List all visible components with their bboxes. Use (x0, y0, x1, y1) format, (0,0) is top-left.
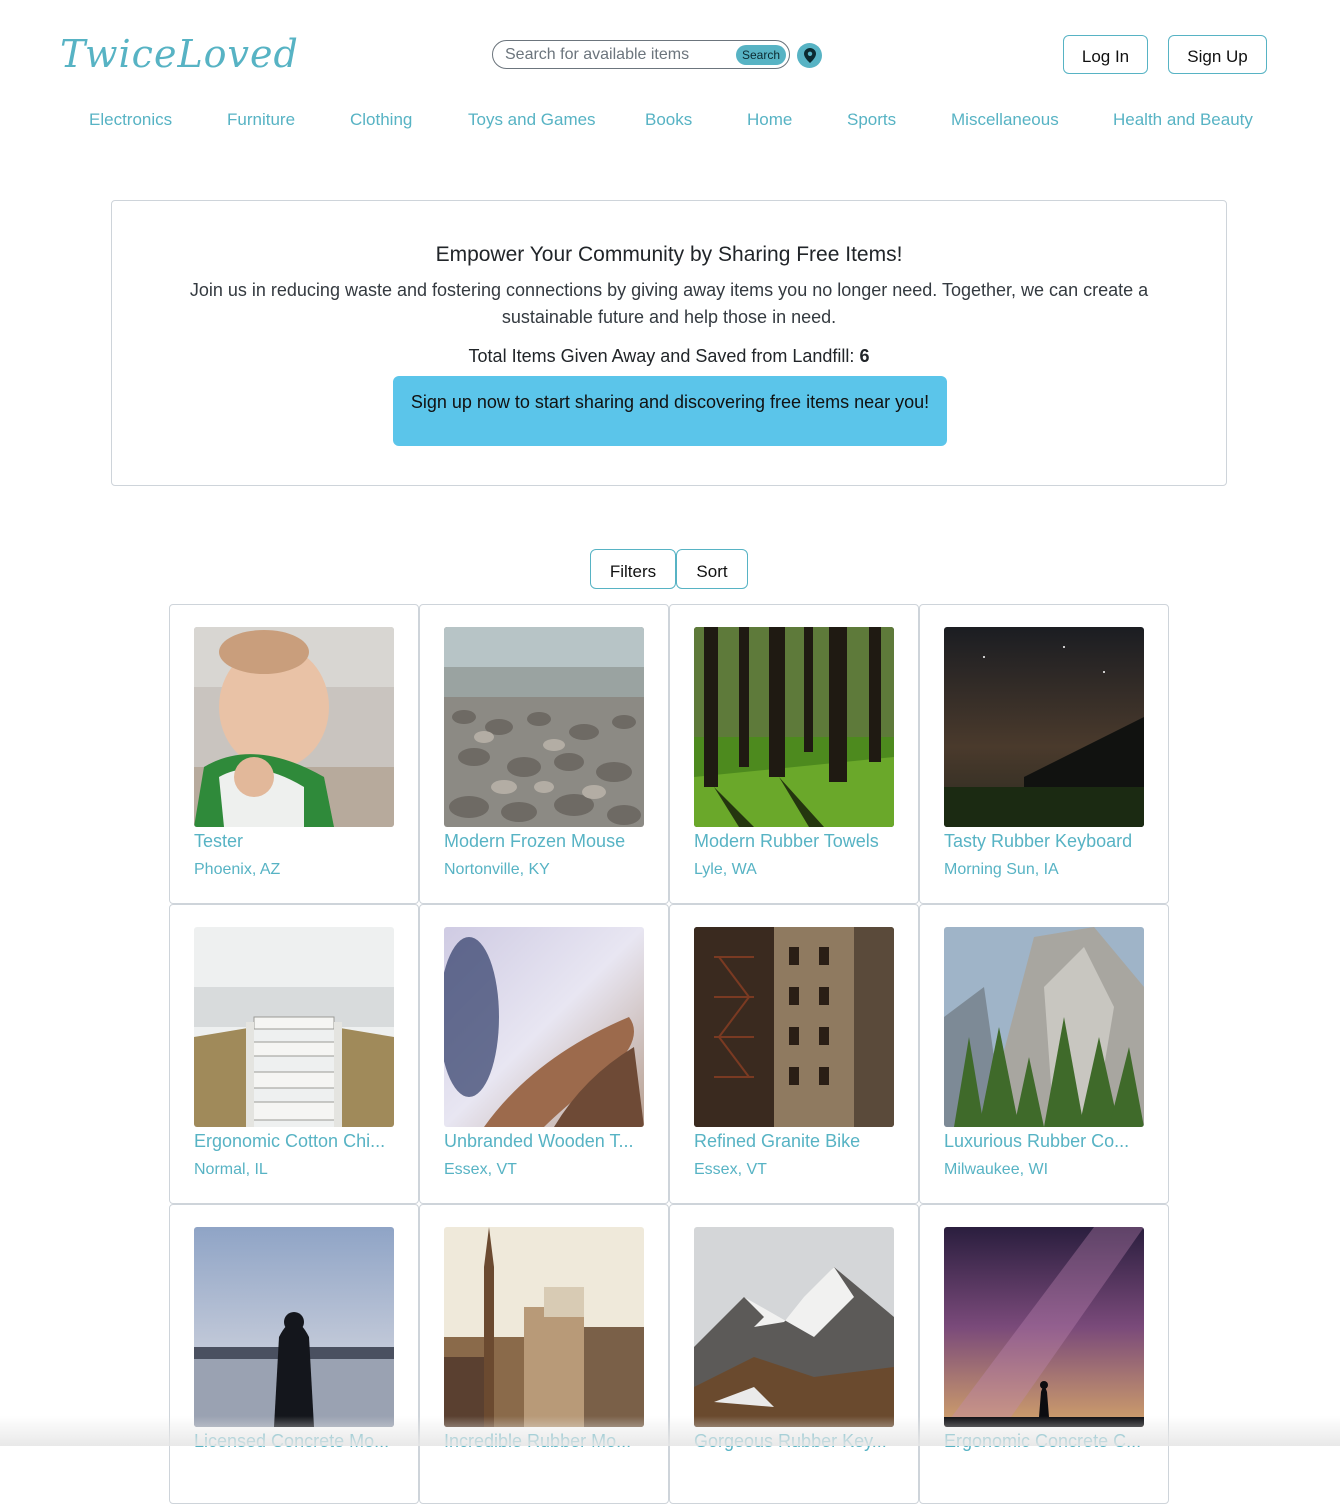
listing-title[interactable]: Refined Granite Bike (694, 1131, 899, 1152)
listing-location: Milwaukee, WI (944, 1161, 1049, 1178)
signup-button[interactable]: Sign Up (1168, 35, 1267, 74)
listing-photo[interactable] (944, 927, 1144, 1127)
category-nav: Electronics Furniture Clothing Toys and … (0, 110, 1340, 136)
listing-photo[interactable] (194, 1227, 394, 1427)
listing-location: Lyle, WA (694, 861, 757, 878)
listing-location: Morning Sun, IA (944, 861, 1059, 878)
listing-location: Normal, IL (194, 1161, 268, 1178)
listing-location: Phoenix, AZ (194, 861, 281, 878)
items-saved-label: Total Items Given Away and Saved from La… (468, 346, 855, 366)
sort-button[interactable]: Sort (676, 549, 748, 589)
map-pin-icon (803, 48, 816, 63)
listing-card[interactable]: Ergonomic Cotton Chi... Normal, IL (169, 904, 419, 1204)
listing-title[interactable]: Ergonomic Cotton Chi... (194, 1131, 399, 1152)
listing-card[interactable]: Modern Frozen Mouse Nortonville, KY (419, 604, 669, 904)
listing-card[interactable]: Licensed Concrete Mo... (169, 1204, 419, 1504)
listing-card[interactable]: Ergonomic Concrete C... (919, 1204, 1169, 1504)
listing-location: Nortonville, KY (444, 861, 550, 878)
listing-card[interactable]: Modern Rubber Towels Lyle, WA (669, 604, 919, 904)
hero-title: Empower Your Community by Sharing Free I… (435, 243, 903, 266)
nav-item-furniture[interactable]: Furniture (227, 110, 295, 130)
location-button[interactable] (797, 43, 822, 68)
scroll-fade (0, 1416, 1340, 1446)
nav-item-toys-and-games[interactable]: Toys and Games (468, 110, 596, 130)
nav-item-home[interactable]: Home (747, 110, 792, 130)
listing-title[interactable]: Luxurious Rubber Co... (944, 1131, 1149, 1152)
filters-button[interactable]: Filters (590, 549, 676, 589)
listing-card[interactable]: Incredible Rubber Mo... (419, 1204, 669, 1504)
listing-title[interactable]: Modern Rubber Towels (694, 831, 899, 852)
login-button[interactable]: Log In (1063, 35, 1148, 74)
listing-photo[interactable] (944, 627, 1144, 827)
listing-card[interactable]: Unbranded Wooden T... Essex, VT (419, 904, 669, 1204)
items-saved-count: 6 (859, 346, 870, 366)
listing-photo[interactable] (944, 1227, 1144, 1427)
listing-card[interactable]: Tester Phoenix, AZ (169, 604, 419, 904)
listing-photo[interactable] (694, 1227, 894, 1427)
listing-card[interactable]: Gorgeous Rubber Key... (669, 1204, 919, 1504)
listing-photo[interactable] (444, 1227, 644, 1427)
nav-item-health-and-beauty[interactable]: Health and Beauty (1113, 110, 1253, 130)
nav-item-sports[interactable]: Sports (847, 110, 896, 130)
listing-photo[interactable] (194, 627, 394, 827)
listing-photo[interactable] (194, 927, 394, 1127)
search-button[interactable]: Search (735, 44, 786, 65)
listing-card[interactable]: Luxurious Rubber Co... Milwaukee, WI (919, 904, 1169, 1204)
listing-photo[interactable] (444, 927, 644, 1127)
hero-panel: Empower Your Community by Sharing Free I… (111, 200, 1227, 486)
listing-location: Essex, VT (694, 1161, 767, 1178)
listing-title[interactable]: Modern Frozen Mouse (444, 831, 649, 852)
nav-item-books[interactable]: Books (645, 110, 692, 130)
listing-card[interactable]: Refined Granite Bike Essex, VT (669, 904, 919, 1204)
listing-location: Essex, VT (444, 1161, 517, 1178)
logo-text: TwiceLoved (60, 32, 299, 76)
signup-cta-button[interactable]: Sign up now to start sharing and discove… (393, 376, 947, 446)
hero-description: Join us in reducing waste and fostering … (189, 280, 1149, 327)
nav-item-miscellaneous[interactable]: Miscellaneous (951, 110, 1059, 130)
listing-title[interactable]: Tester (194, 831, 399, 852)
search-bar: Search (492, 40, 790, 69)
search-input[interactable] (503, 44, 736, 65)
listing-photo[interactable] (444, 627, 644, 827)
listing-photo[interactable] (694, 627, 894, 827)
nav-item-clothing[interactable]: Clothing (350, 110, 412, 130)
listing-photo[interactable] (694, 927, 894, 1127)
items-saved-stat: Total Items Given Away and Saved from La… (112, 346, 1226, 367)
logo[interactable]: TwiceLoved (60, 30, 299, 78)
listing-title[interactable]: Unbranded Wooden T... (444, 1131, 649, 1152)
listing-title[interactable]: Tasty Rubber Keyboard (944, 831, 1149, 852)
listing-card[interactable]: Tasty Rubber Keyboard Morning Sun, IA (919, 604, 1169, 904)
nav-item-electronics[interactable]: Electronics (89, 110, 172, 130)
